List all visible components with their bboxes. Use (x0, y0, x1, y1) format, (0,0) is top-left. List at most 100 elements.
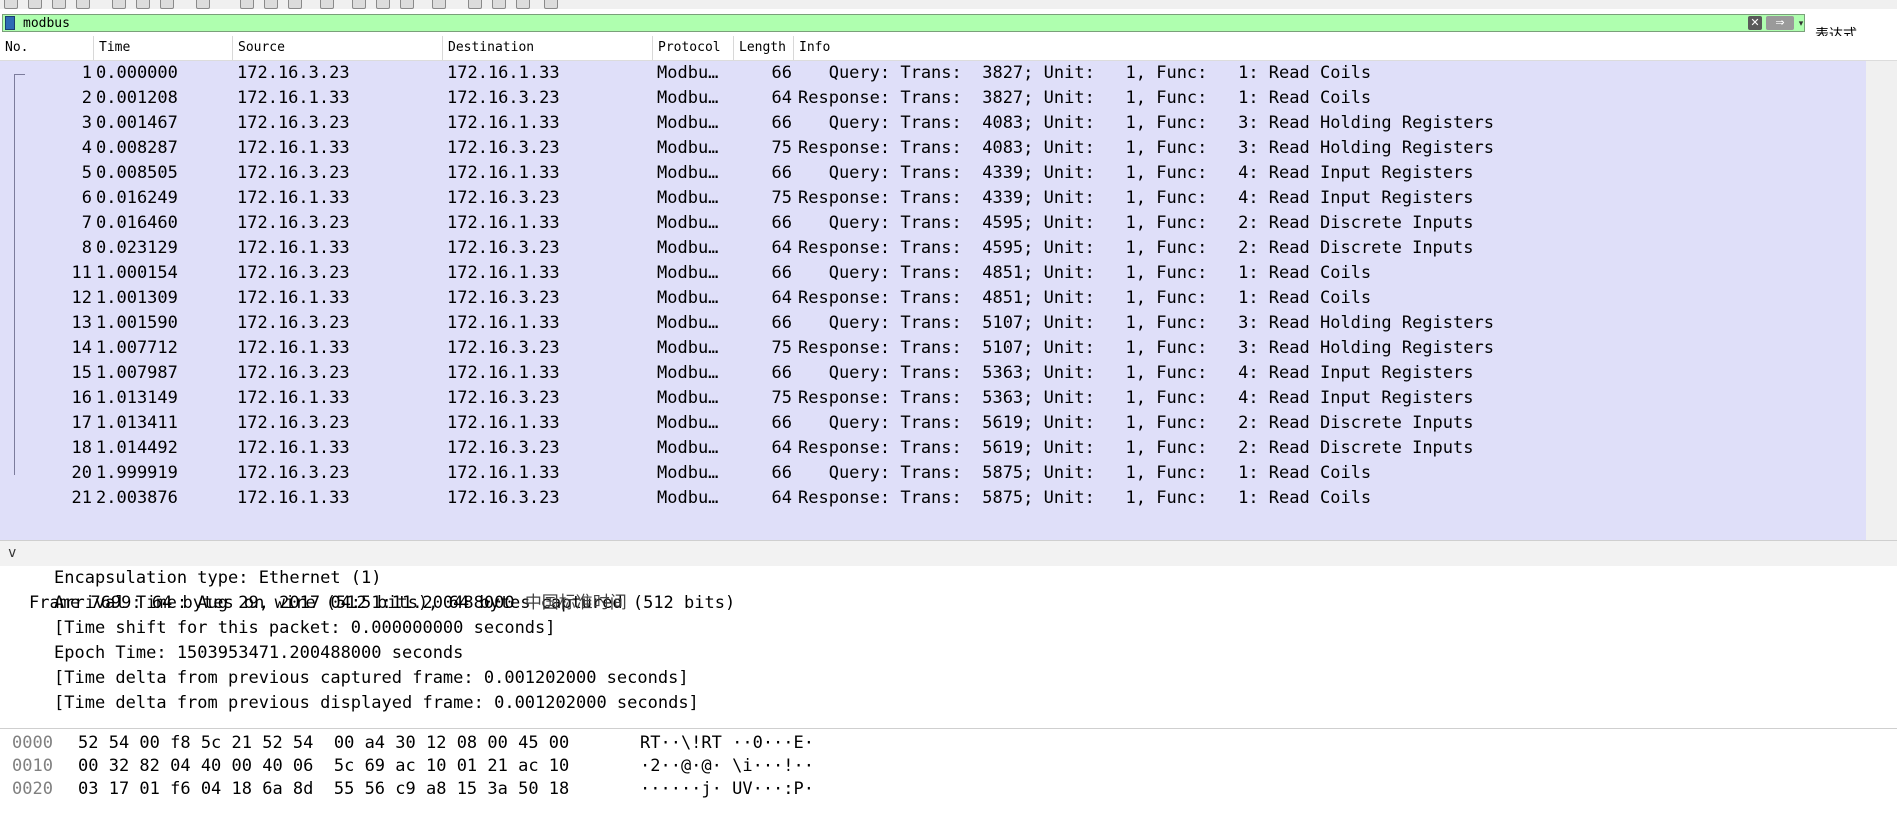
packet-row[interactable]: 7 0.016460 172.16.3.23 172.16.1.33 Modbu… 66 … (0, 211, 1866, 236)
packet-row[interactable]: 13 1.001590 172.16.3.23 172.16.1.33 Modbu… 66… (0, 311, 1866, 336)
packet-protocol: Modbu… (657, 213, 719, 233)
zoom-reset-icon[interactable] (516, 0, 530, 9)
clear-filter-icon[interactable]: ✕ (1748, 16, 1762, 30)
packet-row[interactable]: 18 1.014492 172.16.1.33 172.16.3.23 Modbu… 64… (0, 436, 1866, 461)
filter-history-dropdown-icon[interactable]: ▾ (1796, 17, 1806, 31)
packet-row[interactable]: 2 0.001208 172.16.1.33 172.16.3.23 Modbu… 64 R… (0, 86, 1866, 111)
bytes-row[interactable]: 0000 52 54 00 f8 5c 21 52 54 00 a4 30 12 … (0, 732, 1897, 755)
packet-protocol: Modbu… (657, 63, 719, 83)
column-header-source[interactable]: Source (233, 36, 443, 60)
packet-length: 66 (771, 313, 792, 333)
first-packet-icon[interactable] (240, 0, 254, 9)
packet-source: 172.16.3.23 (237, 313, 350, 333)
go-back-icon[interactable] (136, 0, 150, 9)
packet-time: 1.007712 (96, 338, 178, 358)
zoom-normal-icon[interactable] (400, 0, 414, 9)
packet-number: 6 (81, 188, 92, 208)
chevron-down-icon[interactable]: v (8, 541, 16, 566)
packet-time: 1.007987 (96, 363, 178, 383)
packet-source: 172.16.3.23 (237, 413, 350, 433)
packet-destination: 172.16.1.33 (447, 113, 560, 133)
packet-row[interactable]: 11 1.000154 172.16.3.23 172.16.1.33 Modbu… 66… (0, 261, 1866, 286)
filter-text[interactable]: modbus (23, 15, 70, 33)
time-delta-displayed-field[interactable]: [Time delta from previous displayed fram… (54, 691, 699, 716)
close-file-icon[interactable] (52, 0, 66, 9)
go-to-packet-icon[interactable] (196, 0, 210, 9)
apply-filter-arrow-icon[interactable]: ⇒ (1766, 16, 1794, 30)
packet-number: 14 (71, 338, 92, 358)
packet-row[interactable]: 1 0.000000 172.16.3.23 172.16.1.33 Modbu… 66 … (0, 61, 1866, 86)
colorize-icon[interactable] (320, 0, 334, 9)
column-header-info[interactable]: Info (794, 36, 1866, 60)
zoom-out-icon[interactable] (376, 0, 390, 9)
packet-protocol: Modbu… (657, 338, 719, 358)
packet-info: Response: Trans: 3827; Unit: 1, Func: 1:… (798, 88, 1372, 108)
bytes-offset: 0010 (12, 756, 53, 776)
packet-info: Query: Trans: 4339; Unit: 1, Func: 4: Re… (798, 163, 1474, 183)
packet-destination: 172.16.3.23 (447, 288, 560, 308)
time-shift-field[interactable]: [Time shift for this packet: 0.000000000… (54, 616, 556, 641)
zoom-in-icon[interactable] (352, 0, 366, 9)
packet-length: 66 (771, 363, 792, 383)
packet-row[interactable]: 3 0.001467 172.16.3.23 172.16.1.33 Modbu… 66 … (0, 111, 1866, 136)
packet-row[interactable]: 4 0.008287 172.16.1.33 172.16.3.23 Modbu… 75 R… (0, 136, 1866, 161)
display-filter-input[interactable]: modbus ✕ ⇒ ▾ (2, 14, 1805, 32)
packet-protocol: Modbu… (657, 488, 719, 508)
find-packet-icon[interactable] (112, 0, 126, 9)
packet-info: Query: Trans: 5875; Unit: 1, Func: 1: Re… (798, 463, 1372, 483)
packet-row[interactable]: 16 1.013149 172.16.1.33 172.16.3.23 Modbu… 75… (0, 386, 1866, 411)
packet-row[interactable]: 17 1.013411 172.16.3.23 172.16.1.33 Modbu… 66… (0, 411, 1866, 436)
packet-length: 64 (771, 488, 792, 508)
packet-row[interactable]: 14 1.007712 172.16.1.33 172.16.3.23 Modbu… 75… (0, 336, 1866, 361)
packet-row[interactable]: 15 1.007987 172.16.3.23 172.16.1.33 Modbu… 66… (0, 361, 1866, 386)
resize-columns-icon[interactable] (432, 0, 446, 9)
packet-time: 1.001590 (96, 313, 178, 333)
packet-source: 172.16.1.33 (237, 338, 350, 358)
reload-icon[interactable] (76, 0, 90, 9)
packet-row[interactable]: 5 0.008505 172.16.3.23 172.16.1.33 Modbu… 66 … (0, 161, 1866, 186)
packet-row[interactable]: 8 0.023129 172.16.1.33 172.16.3.23 Modbu… 64 R… (0, 236, 1866, 261)
bytes-offset: 0000 (12, 733, 53, 753)
packet-row[interactable]: 6 0.016249 172.16.1.33 172.16.3.23 Modbu… 75 R… (0, 186, 1866, 211)
column-header-time[interactable]: Time (94, 36, 233, 60)
bytes-row[interactable]: 0020 03 17 01 f6 04 18 6a 8d 55 56 c9 a8 … (0, 778, 1897, 801)
open-file-icon[interactable] (4, 0, 18, 9)
packet-destination: 172.16.1.33 (447, 313, 560, 333)
packet-number: 8 (81, 238, 92, 258)
packet-info: Query: Trans: 5619; Unit: 1, Func: 2: Re… (798, 413, 1474, 433)
bytes-ascii: ······j· UV···:P· (640, 779, 814, 799)
filter-bookmark-icon[interactable] (5, 16, 15, 30)
arrival-time-field[interactable]: Arrival Time: Aug 29, 2017 04:51:11.2004… (54, 591, 627, 616)
go-forward-icon[interactable] (160, 0, 174, 9)
time-delta-captured-field[interactable]: [Time delta from previous captured frame… (54, 666, 689, 691)
packet-row[interactable]: 12 1.001309 172.16.1.33 172.16.3.23 Modbu… 64… (0, 286, 1866, 311)
resize-columns-icon-2[interactable] (544, 0, 558, 9)
packet-time: 1.013411 (96, 413, 178, 433)
packet-list-vertical-scrollbar[interactable] (1866, 61, 1897, 549)
frame-tree-item[interactable]: v Frame 7699: 64 bytes on wire (512 bits… (0, 541, 1897, 613)
packet-destination: 172.16.1.33 (447, 363, 560, 383)
epoch-time-field[interactable]: Epoch Time: 1503953471.200488000 seconds (54, 641, 463, 666)
packet-source: 172.16.3.23 (237, 63, 350, 83)
column-header-length[interactable]: Length (734, 36, 794, 60)
packet-source: 172.16.1.33 (237, 138, 350, 158)
packet-row[interactable]: 21 2.003876 172.16.1.33 172.16.3.23 Modbu… 64… (0, 486, 1866, 511)
column-header-no[interactable]: No. (0, 36, 94, 60)
last-packet-icon[interactable] (264, 0, 278, 9)
packet-source: 172.16.3.23 (237, 263, 350, 283)
packet-row[interactable]: 20 1.999919 172.16.3.23 172.16.1.33 Modbu… 66… (0, 461, 1866, 486)
autoscroll-icon[interactable] (288, 0, 302, 9)
column-header-protocol[interactable]: Protocol (653, 36, 734, 60)
encapsulation-type-field[interactable]: Encapsulation type: Ethernet (1) (54, 566, 382, 591)
zoom-out-icon-2[interactable] (492, 0, 506, 9)
column-header-destination[interactable]: Destination (443, 36, 653, 60)
save-file-icon[interactable] (28, 0, 42, 9)
packet-destination: 172.16.3.23 (447, 438, 560, 458)
packet-destination: 172.16.1.33 (447, 213, 560, 233)
zoom-in-icon-2[interactable] (468, 0, 482, 9)
packet-protocol: Modbu… (657, 113, 719, 133)
packet-protocol: Modbu… (657, 463, 719, 483)
packet-info: Response: Trans: 4595; Unit: 1, Func: 2:… (798, 238, 1474, 258)
bytes-row[interactable]: 0010 00 32 82 04 40 00 40 06 5c 69 ac 10 … (0, 755, 1897, 778)
packet-destination: 172.16.3.23 (447, 388, 560, 408)
